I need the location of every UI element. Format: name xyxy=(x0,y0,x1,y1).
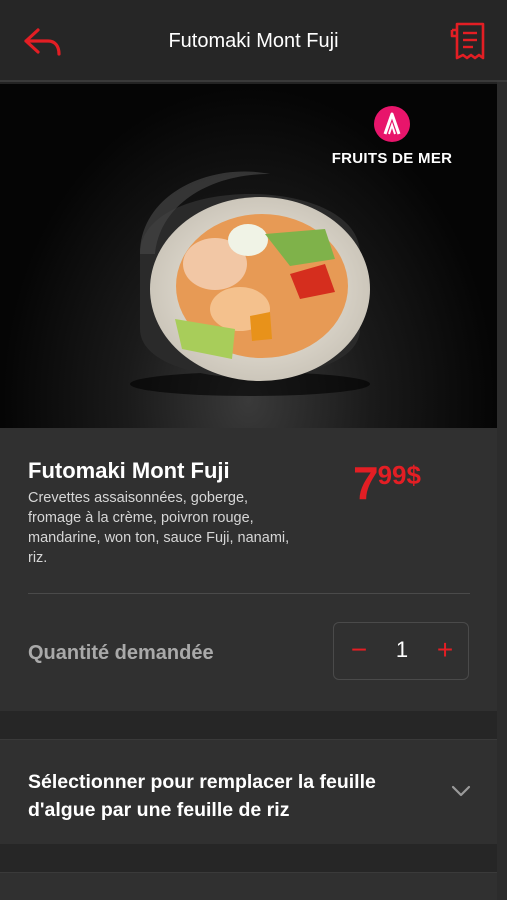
quantity-label: Quantité demandée xyxy=(28,642,214,664)
section-spacer xyxy=(0,711,497,739)
quantity-value: 1 xyxy=(395,637,409,662)
product-details-card: Futomaki Mont Fuji Crevettes assaisonnée… xyxy=(0,428,497,711)
futomaki-roll-image xyxy=(130,171,370,396)
quantity-stepper: − 1 + xyxy=(333,622,469,680)
next-option-card[interactable] xyxy=(0,872,497,900)
option-label: Sélectionner pour remplacer la feuille d… xyxy=(28,771,376,821)
page-title: Futomaki Mont Fuji xyxy=(168,30,339,52)
divider xyxy=(28,593,470,594)
product-name: Futomaki Mont Fuji xyxy=(28,458,230,483)
rice-paper-option-accordion[interactable]: Sélectionner pour remplacer la feuille d… xyxy=(0,739,497,844)
price-dollars: 7 xyxy=(353,457,379,509)
increase-quantity-button[interactable]: + xyxy=(430,635,460,667)
product-hero-image: FRUITS DE MER xyxy=(0,84,497,428)
top-bar: Futomaki Mont Fuji xyxy=(0,0,507,82)
price-cents: 99$ xyxy=(377,460,421,490)
decrease-quantity-button[interactable]: − xyxy=(344,635,374,667)
section-spacer xyxy=(0,844,497,872)
product-price: 799$ xyxy=(353,456,421,510)
chevron-down-icon[interactable] xyxy=(450,784,472,798)
product-description: Crevettes assaisonnées, goberge, fromage… xyxy=(28,490,290,566)
scrollbar-track[interactable] xyxy=(497,82,507,900)
receipt-icon[interactable] xyxy=(448,20,488,62)
